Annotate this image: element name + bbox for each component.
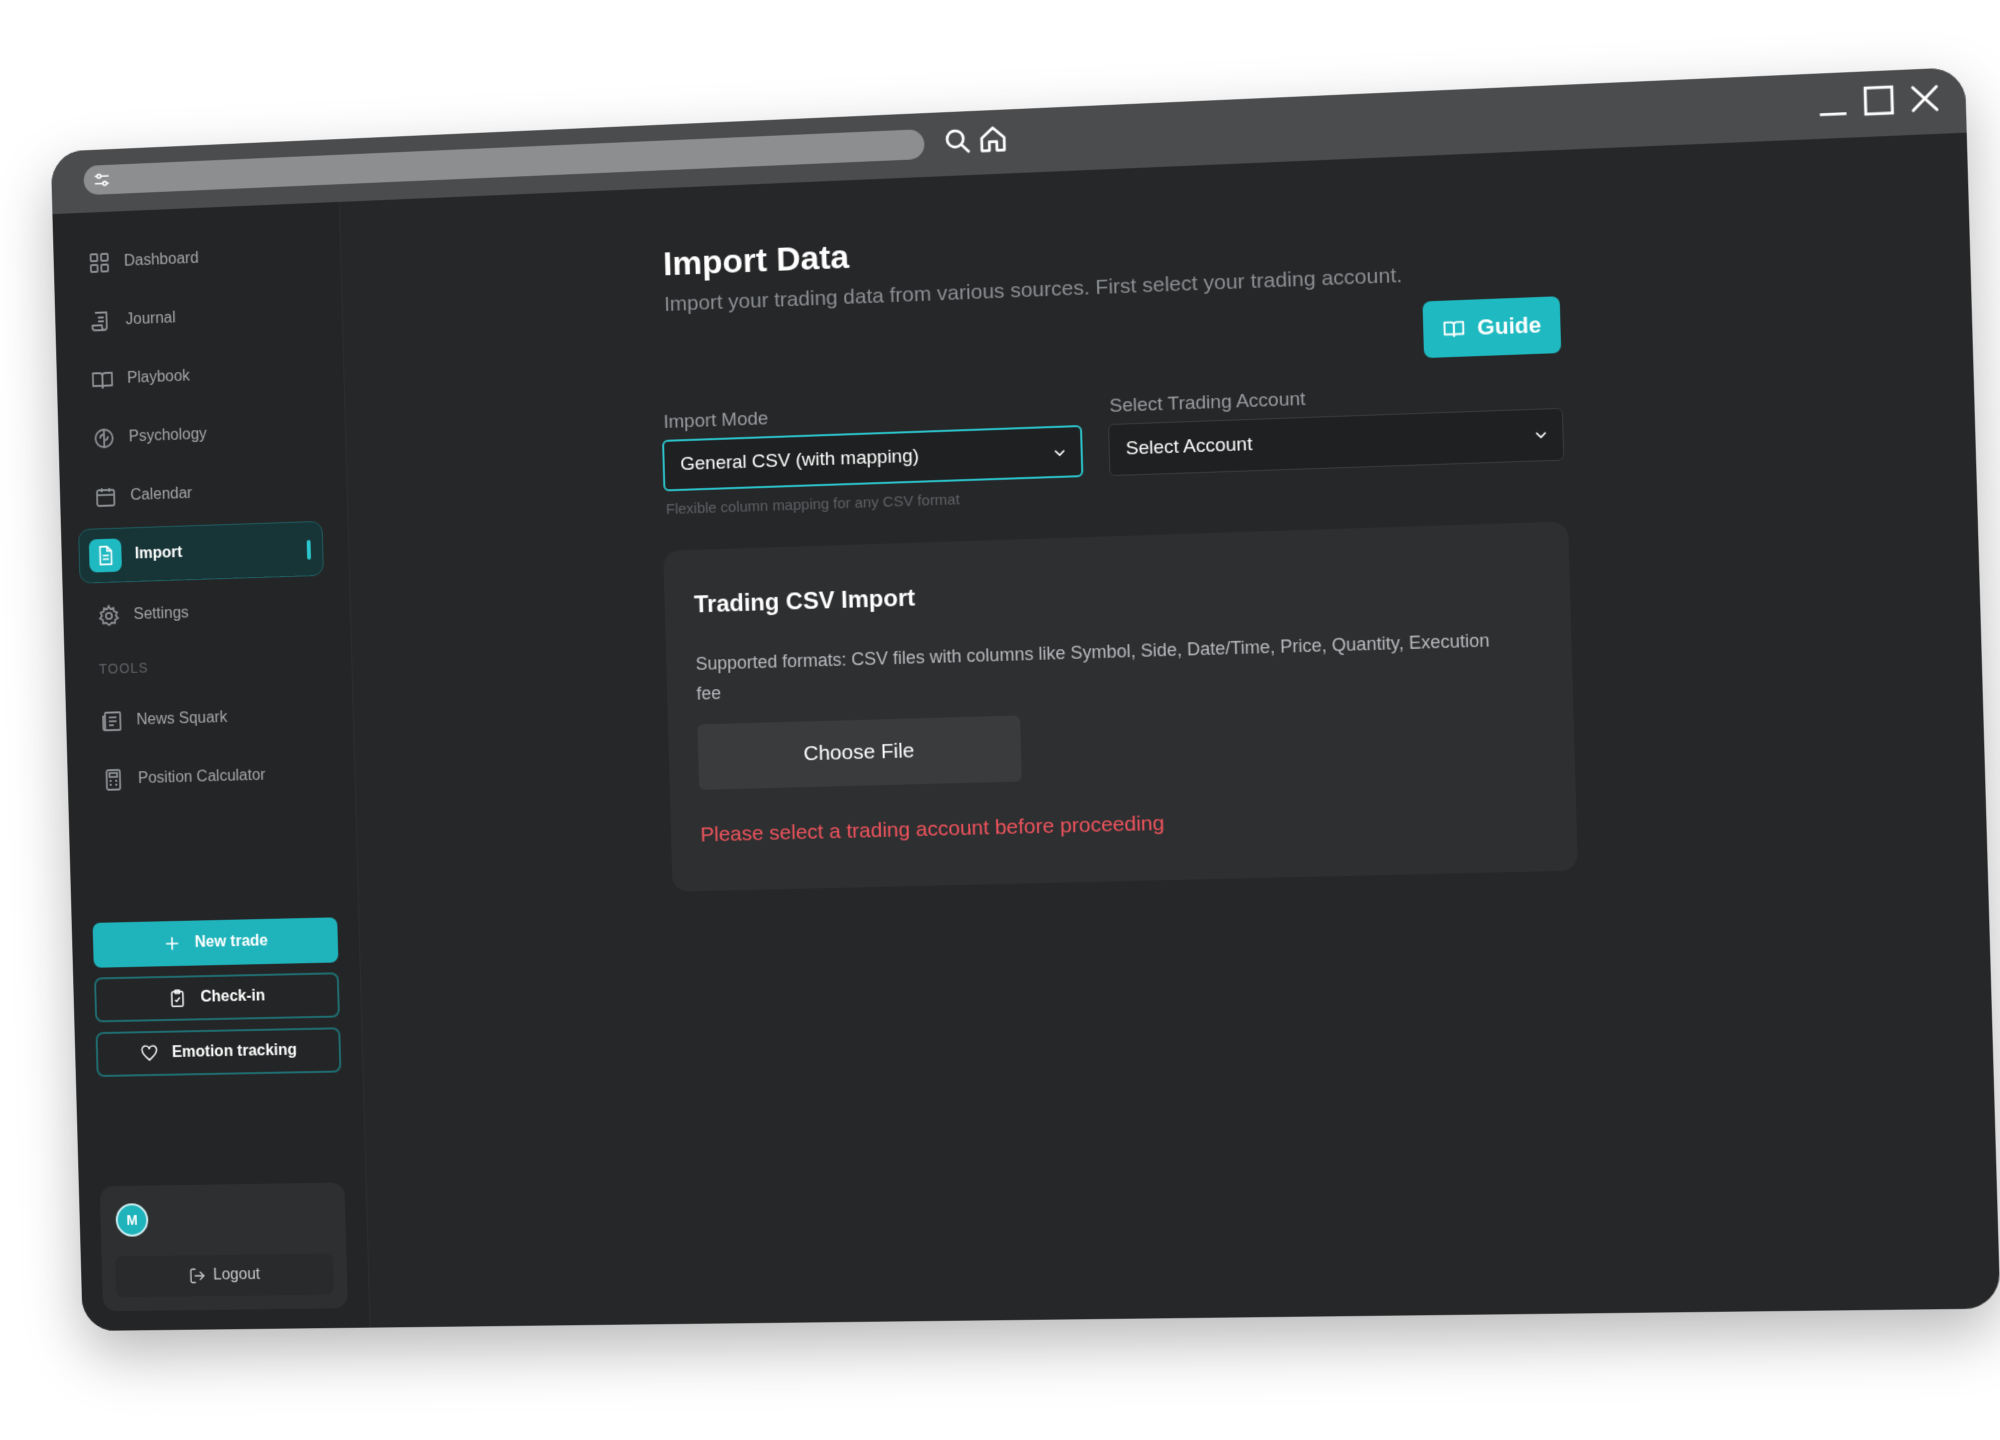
chevron-down-icon [1052,446,1066,461]
emotion-tracking-label: Emotion tracking [171,1041,298,1061]
import-mode-label: Import Mode [663,408,769,433]
import-mode-value: General CSV (with mapping) [680,445,920,476]
guide-button[interactable]: Guide [1422,296,1562,359]
avatar[interactable]: M [115,1203,149,1237]
gear-icon [97,604,120,628]
sidebar-item-position-calculator[interactable]: Position Calculator [84,747,330,808]
logout-button[interactable]: Logout [114,1253,335,1298]
emotion-tracking-button[interactable]: Emotion tracking [95,1027,342,1078]
clipboard-check-icon [168,988,188,1008]
sidebar-item-label: Psychology [128,425,207,446]
choose-file-button[interactable]: Choose File [697,715,1022,790]
settings-sliders-icon[interactable] [93,171,111,189]
plus-icon [162,934,182,954]
user-card: M Logout [99,1182,348,1312]
book-open-icon [1442,317,1465,340]
supported-formats-text: Supported formats: CSV files with column… [695,630,1490,704]
logout-icon [188,1267,206,1285]
sidebar-item-label: Calendar [130,485,193,504]
error-message: Please select a trading account before p… [700,811,1165,847]
heart-icon [139,1044,159,1064]
address-bar[interactable] [83,129,925,196]
sidebar-item-playbook[interactable]: Playbook [73,344,319,408]
account-select[interactable]: Select Account [1107,407,1565,477]
sidebar-item-label: Position Calculator [137,766,266,788]
calendar-icon [94,485,117,509]
sidebar-item-label: News Squark [136,709,228,729]
import-mode-select[interactable]: General CSV (with mapping) [662,424,1084,492]
sidebar-item-news-squark[interactable]: News Squark [83,688,329,750]
sidebar-item-import[interactable]: Import [78,520,324,584]
check-in-label: Check-in [200,987,266,1006]
card-title: Trading CSV Import [693,584,916,619]
sidebar-item-label: Dashboard [123,249,199,270]
page-title: Import Data [662,238,850,284]
sidebar-item-label: Import [134,544,183,563]
sidebar-item-calendar[interactable]: Calendar [76,462,322,525]
sidebar: Dashboard Journal Playbook Psychology Ca… [52,201,371,1331]
new-trade-button[interactable]: New trade [92,917,339,968]
new-trade-label: New trade [194,932,269,951]
minimize-icon[interactable] [1815,84,1851,120]
scroll-icon [89,309,112,333]
active-indicator [306,539,312,560]
chevron-down-icon [1534,428,1549,443]
grid-icon [88,251,111,275]
title-bar [50,67,1967,215]
search-icon[interactable] [942,125,973,156]
maximize-icon[interactable] [1861,82,1898,118]
logout-label: Logout [212,1266,261,1284]
sidebar-item-settings[interactable]: Settings [80,582,326,644]
close-icon[interactable] [1907,80,1944,116]
sidebar-item-journal[interactable]: Journal [72,285,318,349]
account-value: Select Account [1125,433,1253,460]
app-window: Dashboard Journal Playbook Psychology Ca… [50,67,2000,1331]
home-icon[interactable] [978,123,1009,154]
csv-import-card: Trading CSV Import Supported formats: CS… [663,521,1578,892]
brain-icon [92,426,115,450]
sidebar-item-label: Journal [125,309,176,329]
guide-label: Guide [1476,312,1542,340]
sidebar-item-dashboard[interactable]: Dashboard [70,227,316,292]
check-in-button[interactable]: Check-in [94,972,340,1023]
newspaper-icon [100,709,123,733]
file-icon-badge [88,538,122,573]
book-icon [91,368,114,392]
tools-section-label: TOOLS [98,659,149,677]
sidebar-item-psychology[interactable]: Psychology [75,403,321,467]
import-mode-hint: Flexible column mapping for any CSV form… [665,491,960,519]
calculator-icon [102,768,125,792]
file-icon [95,544,116,566]
sidebar-item-label: Settings [133,604,189,623]
sidebar-item-label: Playbook [126,367,191,387]
account-label: Select Trading Account [1109,388,1306,417]
